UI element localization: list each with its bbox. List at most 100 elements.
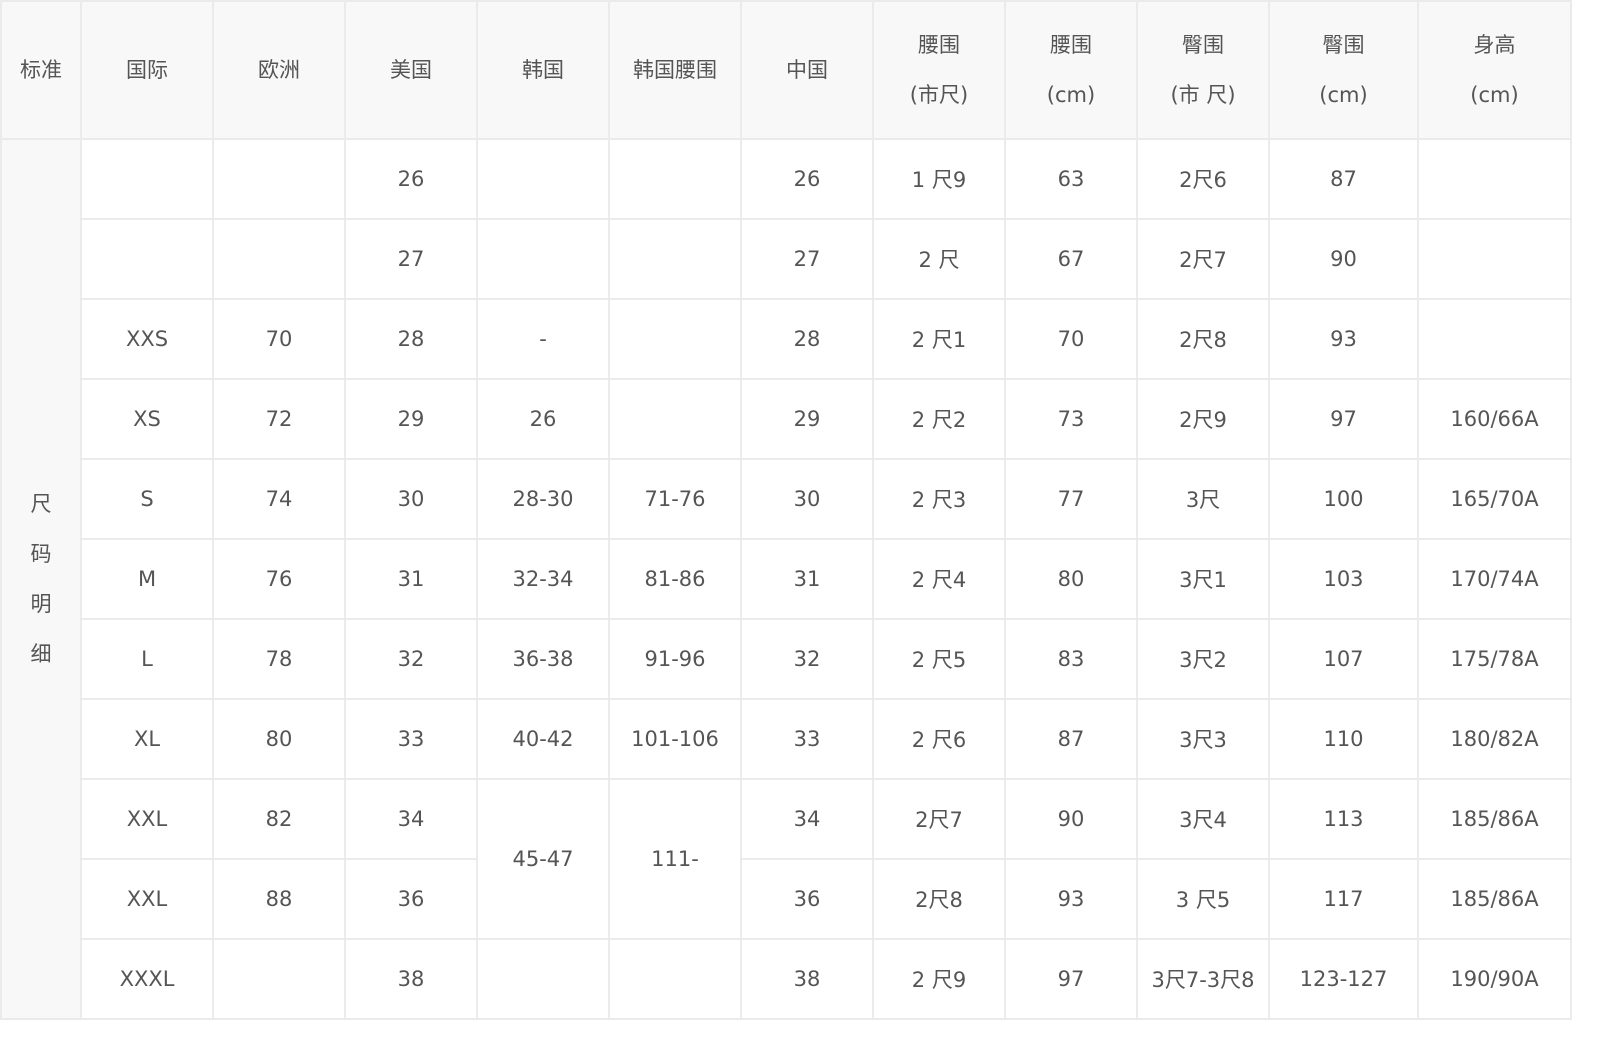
cell-eu: 72	[212, 378, 346, 460]
cell-hip-chi: 2尺8	[1136, 298, 1270, 380]
cell-waist-cm: 93	[1004, 858, 1138, 940]
cell-waist-cm: 83	[1004, 618, 1138, 700]
cell-height	[1417, 138, 1572, 220]
cell-hip-cm: 97	[1268, 378, 1419, 460]
cell-waist-chi: 2 尺4	[872, 538, 1006, 620]
cell-kr-waist	[608, 298, 742, 380]
header-waist-cm: 腰围 (cm)	[1004, 0, 1138, 140]
cell-waist-cm: 90	[1004, 778, 1138, 860]
cell-hip-cm: 107	[1268, 618, 1419, 700]
cell-cn: 34	[740, 778, 874, 860]
table-row: XXL 82 34 45-47 111- 34 2尺7 90 3尺4 113 1…	[1, 778, 1572, 940]
cell-hip-cm: 123-127	[1268, 938, 1419, 1020]
cell-cn: 27	[740, 218, 874, 300]
cell-hip-chi: 3尺4	[1136, 778, 1270, 860]
cell-cn: 36	[740, 858, 874, 940]
cell-waist-chi: 2尺7	[872, 778, 1006, 860]
cell-height: 180/82A	[1417, 698, 1572, 780]
header-europe: 欧洲	[212, 0, 346, 140]
cell-intl: XXS	[80, 298, 214, 380]
cell-intl: L	[80, 618, 214, 700]
cell-eu: 78	[212, 618, 346, 700]
cell-hip-cm: 117	[1268, 858, 1419, 940]
cell-cn: 26	[740, 138, 874, 220]
cell-kr: 28-30	[476, 458, 610, 540]
cell-height	[1417, 218, 1572, 300]
cell-eu: 80	[212, 698, 346, 780]
side-label-size-details: 尺 码 明 细	[0, 138, 82, 1020]
cell-kr: 36-38	[476, 618, 610, 700]
cell-us: 33	[344, 698, 478, 780]
cell-kr-waist: 71-76	[608, 458, 742, 540]
header-usa: 美国	[344, 0, 478, 140]
cell-kr-waist	[608, 138, 742, 220]
cell-waist-cm: 97	[1004, 938, 1138, 1020]
cell-intl: XXL	[80, 778, 214, 860]
cell-us: 28	[344, 298, 478, 380]
cell-waist-cm: 67	[1004, 218, 1138, 300]
cell-us: 36	[344, 858, 478, 940]
header-hip-chi: 臀围 (市 尺)	[1136, 0, 1270, 140]
table-row: 尺 码 明 细 26 26 1 尺9 63 2尺6 87	[0, 138, 1572, 1020]
cell-kr: 40-42	[476, 698, 610, 780]
cell-hip-cm: 113	[1268, 778, 1419, 860]
cell-kr-waist	[608, 218, 742, 300]
cell-cn: 29	[740, 378, 874, 460]
cell-kr: 26	[476, 378, 610, 460]
cell-cn: 28	[740, 298, 874, 380]
cell-hip-chi: 3尺	[1136, 458, 1270, 540]
cell-kr-waist: 91-96	[608, 618, 742, 700]
cell-waist-cm: 87	[1004, 698, 1138, 780]
cell-hip-cm: 103	[1268, 538, 1419, 620]
cell-cn: 38	[740, 938, 874, 1020]
cell-eu: 88	[212, 858, 346, 940]
cell-eu	[212, 218, 346, 300]
cell-hip-cm: 100	[1268, 458, 1419, 540]
cell-kr	[476, 218, 610, 300]
table-row: XL 80 33 40-42 101-106 33 2 尺6 87 3尺3 11…	[1, 698, 1572, 780]
cell-height: 165/70A	[1417, 458, 1572, 540]
cell-kr-waist: 81-86	[608, 538, 742, 620]
table-row: XXL 88 36 36 2尺8 93 3 尺5 117 185/86A	[1, 858, 1572, 940]
cell-height	[1417, 298, 1572, 380]
size-chart-table: 标准 国际 欧洲 美国 韩国 韩国腰围 中国 腰围 (市尺) 腰围 (cm) 臀围(…	[0, 0, 1572, 1020]
cell-kr: 32-34	[476, 538, 610, 620]
cell-waist-chi: 2 尺5	[872, 618, 1006, 700]
cell-eu	[212, 938, 346, 1020]
cell-hip-chi: 3 尺5	[1136, 858, 1270, 940]
cell-kr-waist	[608, 378, 742, 460]
cell-us: 29	[344, 378, 478, 460]
cell-intl: XXL	[80, 858, 214, 940]
cell-cn: 31	[740, 538, 874, 620]
table-row: L 78 32 36-38 91-96 32 2 尺5 83 3尺2 107 1…	[1, 618, 1572, 700]
cell-waist-cm: 63	[1004, 138, 1138, 220]
cell-kr-waist-merged: 111-	[608, 778, 742, 940]
cell-cn: 33	[740, 698, 874, 780]
cell-hip-chi: 3尺1	[1136, 538, 1270, 620]
table-row: M 76 31 32-34 81-86 31 2 尺4 80 3尺1 103 1…	[1, 538, 1572, 620]
header-height: 身高 (cm)	[1417, 0, 1572, 140]
cell-hip-chi: 3尺7-3尺8	[1136, 938, 1270, 1020]
cell-waist-chi: 2 尺6	[872, 698, 1006, 780]
header-korea: 韩国	[476, 0, 610, 140]
table-row: XXS 70 28 - 28 2 尺1 70 2尺8 93	[1, 298, 1572, 380]
cell-us: 38	[344, 938, 478, 1020]
cell-waist-chi: 2 尺1	[872, 298, 1006, 380]
table-row: 27 27 2 尺 67 2尺7 90	[1, 218, 1572, 300]
cell-hip-chi: 2尺7	[1136, 218, 1270, 300]
cell-height: 185/86A	[1417, 778, 1572, 860]
cell-waist-chi: 2 尺9	[872, 938, 1006, 1020]
cell-kr	[476, 938, 610, 1020]
cell-height: 160/66A	[1417, 378, 1572, 460]
cell-cn: 32	[740, 618, 874, 700]
cell-height: 175/78A	[1417, 618, 1572, 700]
cell-eu: 76	[212, 538, 346, 620]
cell-intl: XS	[80, 378, 214, 460]
cell-waist-chi: 1 尺9	[872, 138, 1006, 220]
cell-waist-chi: 2 尺	[872, 218, 1006, 300]
cell-us: 32	[344, 618, 478, 700]
cell-hip-cm: 87	[1268, 138, 1419, 220]
cell-waist-chi: 2尺8	[872, 858, 1006, 940]
header-row: 标准 国际 欧洲 美国 韩国 韩国腰围 中国 腰围 (市尺) 腰围 (cm) 臀围(…	[0, 0, 1572, 140]
cell-hip-cm: 90	[1268, 218, 1419, 300]
